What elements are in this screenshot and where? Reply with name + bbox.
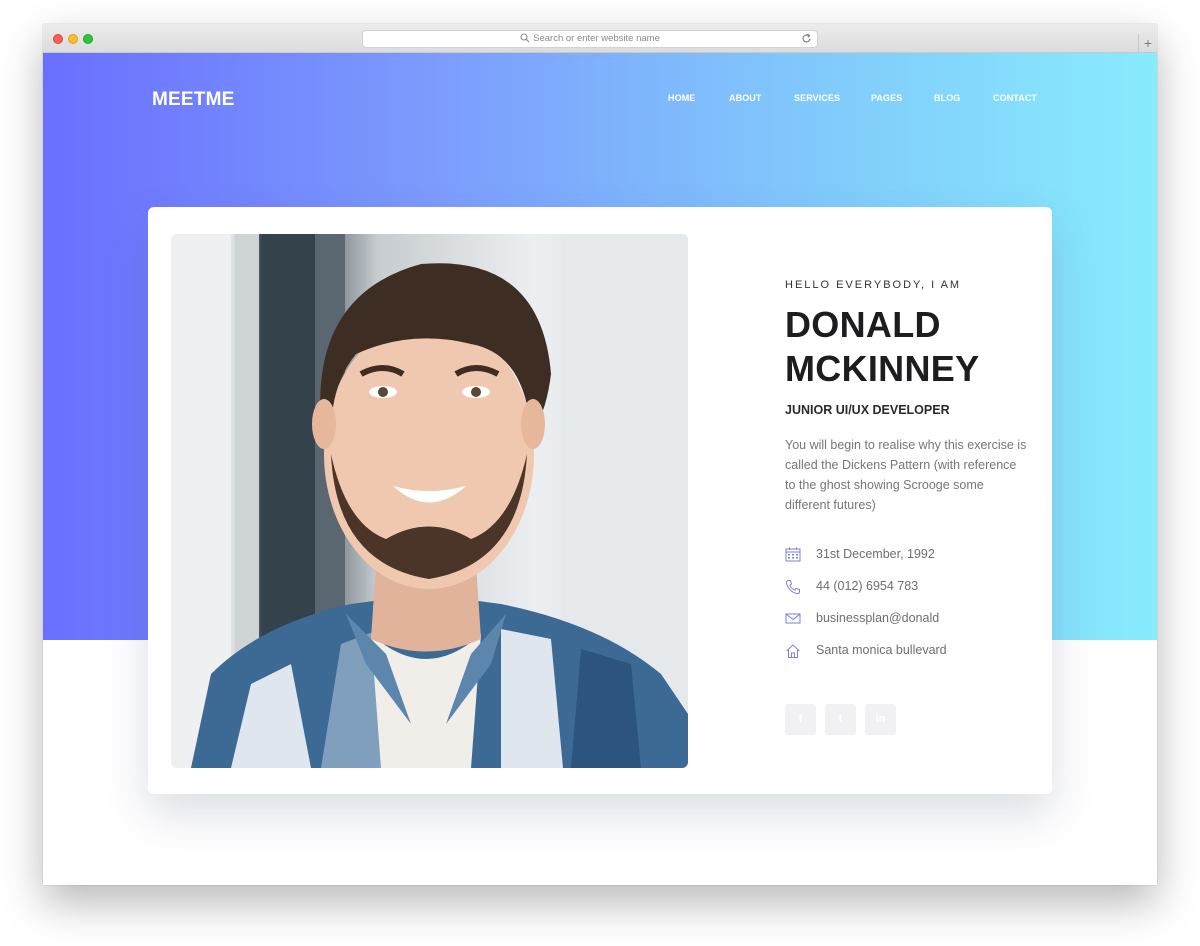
name-line-2: MCKINNEY: [785, 348, 980, 389]
detail-phone: 44 (012) 6954 783: [785, 578, 1035, 610]
page-content: MEETME HOME ABOUT SERVICES PAGES BLOG CO…: [43, 53, 1157, 885]
twitter-icon[interactable]: t: [825, 704, 856, 735]
contact-details: 31st December, 1992 44 (012) 6954 783 bu…: [785, 546, 1035, 674]
reload-icon[interactable]: [801, 33, 812, 44]
address-bar-placeholder: Search or enter website name: [533, 33, 660, 44]
linkedin-icon[interactable]: in: [865, 704, 896, 735]
close-window-button[interactable]: [53, 34, 63, 44]
email-text: businessplan@donald: [816, 611, 940, 625]
profile-photo: [171, 234, 688, 768]
browser-titlebar: Search or enter website name +: [43, 24, 1157, 53]
facebook-icon[interactable]: f: [785, 704, 816, 735]
detail-email: businessplan@donald: [785, 610, 1035, 642]
minimize-window-button[interactable]: [68, 34, 78, 44]
birthday-text: 31st December, 1992: [816, 547, 935, 561]
envelope-icon: [785, 610, 816, 630]
profile-card: HELLO EVERYBODY, I AM DONALD MCKINNEY JU…: [148, 207, 1052, 794]
detail-birthday: 31st December, 1992: [785, 546, 1035, 578]
phone-text: 44 (012) 6954 783: [816, 579, 919, 593]
browser-window: Search or enter website name + MEETME HO…: [43, 24, 1157, 885]
profile-bio: You will begin to realise why this exerc…: [785, 438, 1027, 512]
nav-pages[interactable]: PAGES: [871, 93, 902, 103]
profile-name: DONALD MCKINNEY: [785, 303, 1035, 391]
site-logo[interactable]: MEETME: [152, 89, 234, 111]
phone-icon: [785, 578, 816, 600]
nav-services[interactable]: SERVICES: [794, 93, 840, 103]
profile-info: HELLO EVERYBODY, I AM DONALD MCKINNEY JU…: [785, 279, 1035, 735]
new-tab-button[interactable]: +: [1138, 34, 1157, 53]
home-icon: [785, 642, 816, 664]
name-line-1: DONALD: [785, 304, 941, 345]
nav-about[interactable]: ABOUT: [729, 93, 762, 103]
social-links: f t in: [785, 704, 1035, 735]
address-bar[interactable]: Search or enter website name: [362, 30, 818, 48]
nav-blog[interactable]: BLOG: [934, 93, 960, 103]
greeting-text: HELLO EVERYBODY, I AM: [785, 279, 962, 291]
detail-address: Santa monica bullevard: [785, 642, 1035, 674]
calendar-icon: [785, 546, 816, 567]
nav-contact[interactable]: CONTACT: [993, 93, 1037, 103]
profile-role: JUNIOR UI/UX DEVELOPER: [785, 403, 950, 417]
maximize-window-button[interactable]: [83, 34, 93, 44]
search-icon: [520, 33, 530, 43]
address-text: Santa monica bullevard: [816, 643, 947, 657]
nav-home[interactable]: HOME: [668, 93, 695, 103]
portrait-illustration: [171, 234, 688, 768]
